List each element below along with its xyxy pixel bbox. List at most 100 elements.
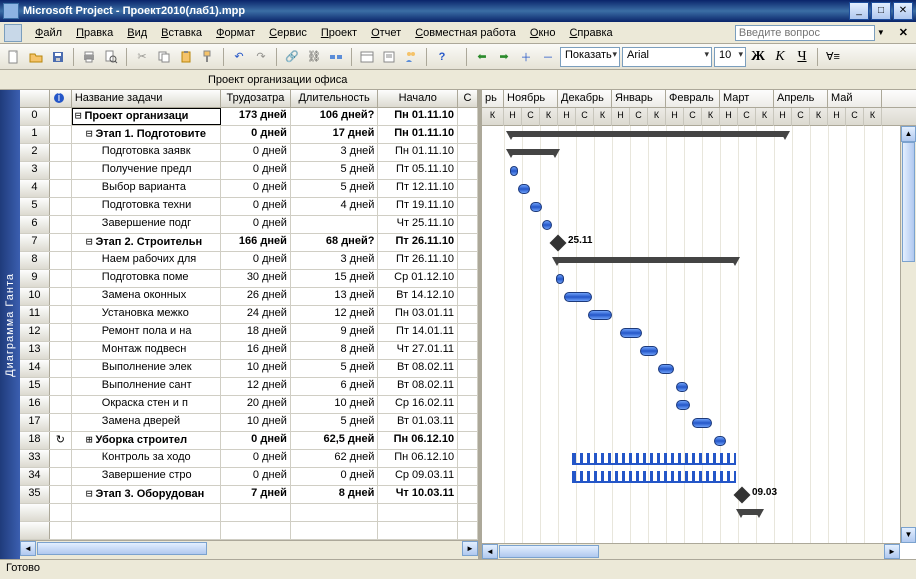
view-bar[interactable]: Диаграмма Ганта (0, 90, 20, 559)
task-row[interactable]: 35⊟Этап 3. Оборудован7 дней8 днейЧт 10.0… (20, 486, 478, 504)
col-start[interactable]: Начало (378, 90, 458, 107)
cell-finish-clip[interactable] (458, 288, 478, 305)
show-subtasks-icon[interactable]: ＋ (516, 47, 536, 67)
cell-row-number[interactable]: 5 (20, 198, 50, 215)
task-row[interactable]: 9Подготовка поме30 дней15 днейСр 01.12.1… (20, 270, 478, 288)
cell-row-number[interactable]: 15 (20, 378, 50, 395)
cell-finish-clip[interactable] (458, 396, 478, 413)
undo-icon[interactable]: ↶ (229, 47, 249, 67)
summary-bar[interactable] (556, 257, 736, 263)
task-row[interactable]: 8Наем рабочих для0 дней3 днейПт 26.11.10 (20, 252, 478, 270)
cell-duration[interactable]: 5 дней (291, 360, 379, 377)
cell-duration[interactable]: 8 дней (291, 486, 379, 503)
cell-indicator[interactable] (50, 450, 72, 467)
underline-button[interactable]: Ч (792, 47, 812, 67)
task-row[interactable]: 5Подготовка техни0 дней4 днейПт 19.11.10 (20, 198, 478, 216)
gantt-hscroll[interactable]: ◄ ► (482, 543, 900, 559)
paste-icon[interactable] (176, 47, 196, 67)
cell-task-name[interactable]: ⊟Этап 3. Оборудован (72, 486, 221, 503)
cell-task-name[interactable]: Подготовка заявк (72, 144, 221, 161)
cell-task-name[interactable]: Замена дверей (72, 414, 221, 431)
cell-finish-clip[interactable] (458, 432, 478, 449)
cell-indicator[interactable] (50, 360, 72, 377)
menu-вставка[interactable]: Вставка (154, 25, 209, 41)
print-icon[interactable] (79, 47, 99, 67)
task-info-icon[interactable] (357, 47, 377, 67)
milestone-marker[interactable] (550, 235, 567, 252)
cell-finish-clip[interactable] (458, 162, 478, 179)
rollup-bar[interactable] (572, 453, 736, 465)
cell-indicator[interactable] (50, 180, 72, 197)
task-row[interactable]: 14Выполнение элек10 дней5 днейВт 08.02.1… (20, 360, 478, 378)
cell-work[interactable]: 7 дней (221, 486, 291, 503)
cell-finish-clip[interactable] (458, 342, 478, 359)
cell-duration[interactable]: 0 дней (291, 468, 379, 485)
cell-start[interactable]: Ср 09.03.11 (378, 468, 458, 485)
cell-duration[interactable]: 9 дней (291, 324, 379, 341)
cell-start[interactable]: Чт 27.01.11 (378, 342, 458, 359)
task-row[interactable]: 3Получение предл0 дней5 днейПт 05.11.10 (20, 162, 478, 180)
cell-work[interactable]: 0 дней (221, 144, 291, 161)
task-bar[interactable] (620, 328, 642, 338)
task-row-empty[interactable] (20, 522, 478, 540)
rollup-bar[interactable] (572, 471, 736, 483)
cell-duration[interactable]: 13 дней (291, 288, 379, 305)
task-row[interactable]: 2Подготовка заявк0 дней3 днейПн 01.11.10 (20, 144, 478, 162)
col-indicators[interactable]: i (50, 90, 72, 107)
unlink-icon[interactable]: ⛓ (304, 47, 324, 67)
cell-duration[interactable]: 3 дней (291, 252, 379, 269)
cell-start[interactable]: Пн 06.12.10 (378, 432, 458, 449)
task-bar[interactable] (542, 220, 552, 230)
menu-совместная работа[interactable]: Совместная работа (408, 25, 523, 41)
filter-icon[interactable]: ∀≡ (823, 47, 843, 67)
menu-сервис[interactable]: Сервис (262, 25, 314, 41)
cell-work[interactable]: 0 дней (221, 126, 291, 143)
cell-row-number[interactable]: 3 (20, 162, 50, 179)
doc-close-button[interactable]: ✕ (895, 26, 912, 39)
task-row[interactable]: 34Завершение стро0 дней0 днейСр 09.03.11 (20, 468, 478, 486)
cell-row-number[interactable]: 0 (20, 108, 50, 125)
minimize-button[interactable]: _ (849, 2, 869, 20)
font-size-combo[interactable]: 10 (714, 47, 746, 67)
cell-start[interactable]: Пт 26.11.10 (378, 252, 458, 269)
gantt-vscroll[interactable]: ▲ ▼ (900, 126, 916, 543)
cell-work[interactable]: 10 дней (221, 360, 291, 377)
open-file-icon[interactable] (26, 47, 46, 67)
cell-task-name[interactable]: Подготовка поме (72, 270, 221, 287)
cell-indicator[interactable] (50, 216, 72, 233)
task-bar[interactable] (692, 418, 712, 428)
cell-start[interactable]: Чт 10.03.11 (378, 486, 458, 503)
col-finish-clip[interactable]: С (458, 90, 478, 107)
cell-indicator[interactable] (50, 234, 72, 251)
cell-indicator[interactable] (50, 324, 72, 341)
cell-work[interactable]: 24 дней (221, 306, 291, 323)
outdent-icon[interactable]: ⬅ (472, 47, 492, 67)
task-row[interactable]: 16Окраска стен и п20 дней10 днейСр 16.02… (20, 396, 478, 414)
cell-indicator[interactable] (50, 126, 72, 143)
cell-finish-clip[interactable] (458, 486, 478, 503)
cell-finish-clip[interactable] (458, 450, 478, 467)
cell-finish-clip[interactable] (458, 234, 478, 251)
task-bar[interactable] (714, 436, 726, 446)
cell-indicator[interactable] (50, 288, 72, 305)
cell-row-number[interactable]: 8 (20, 252, 50, 269)
cell-row-number[interactable]: 9 (20, 270, 50, 287)
menu-формат[interactable]: Формат (209, 25, 262, 41)
cell-finish-clip[interactable] (458, 306, 478, 323)
col-duration[interactable]: Длительность (291, 90, 379, 107)
cell-work[interactable]: 12 дней (221, 378, 291, 395)
cell-task-name[interactable]: Ремонт пола и на (72, 324, 221, 341)
cell-task-name[interactable]: ⊞Уборка строител (72, 432, 221, 449)
print-preview-icon[interactable] (101, 47, 121, 67)
menu-проект[interactable]: Проект (314, 25, 364, 41)
task-bar[interactable] (640, 346, 658, 356)
cell-row-number[interactable]: 17 (20, 414, 50, 431)
link-icon[interactable]: 🔗 (282, 47, 302, 67)
sheet-hscroll[interactable]: ◄ ► (20, 540, 478, 556)
cell-row-number[interactable]: 10 (20, 288, 50, 305)
cell-task-name[interactable]: ⊟Проект организаци (72, 108, 221, 125)
cell-start[interactable]: Пт 12.11.10 (378, 180, 458, 197)
menu-правка[interactable]: Правка (69, 25, 120, 41)
summary-bar[interactable] (510, 131, 786, 137)
cell-row-number[interactable]: 11 (20, 306, 50, 323)
